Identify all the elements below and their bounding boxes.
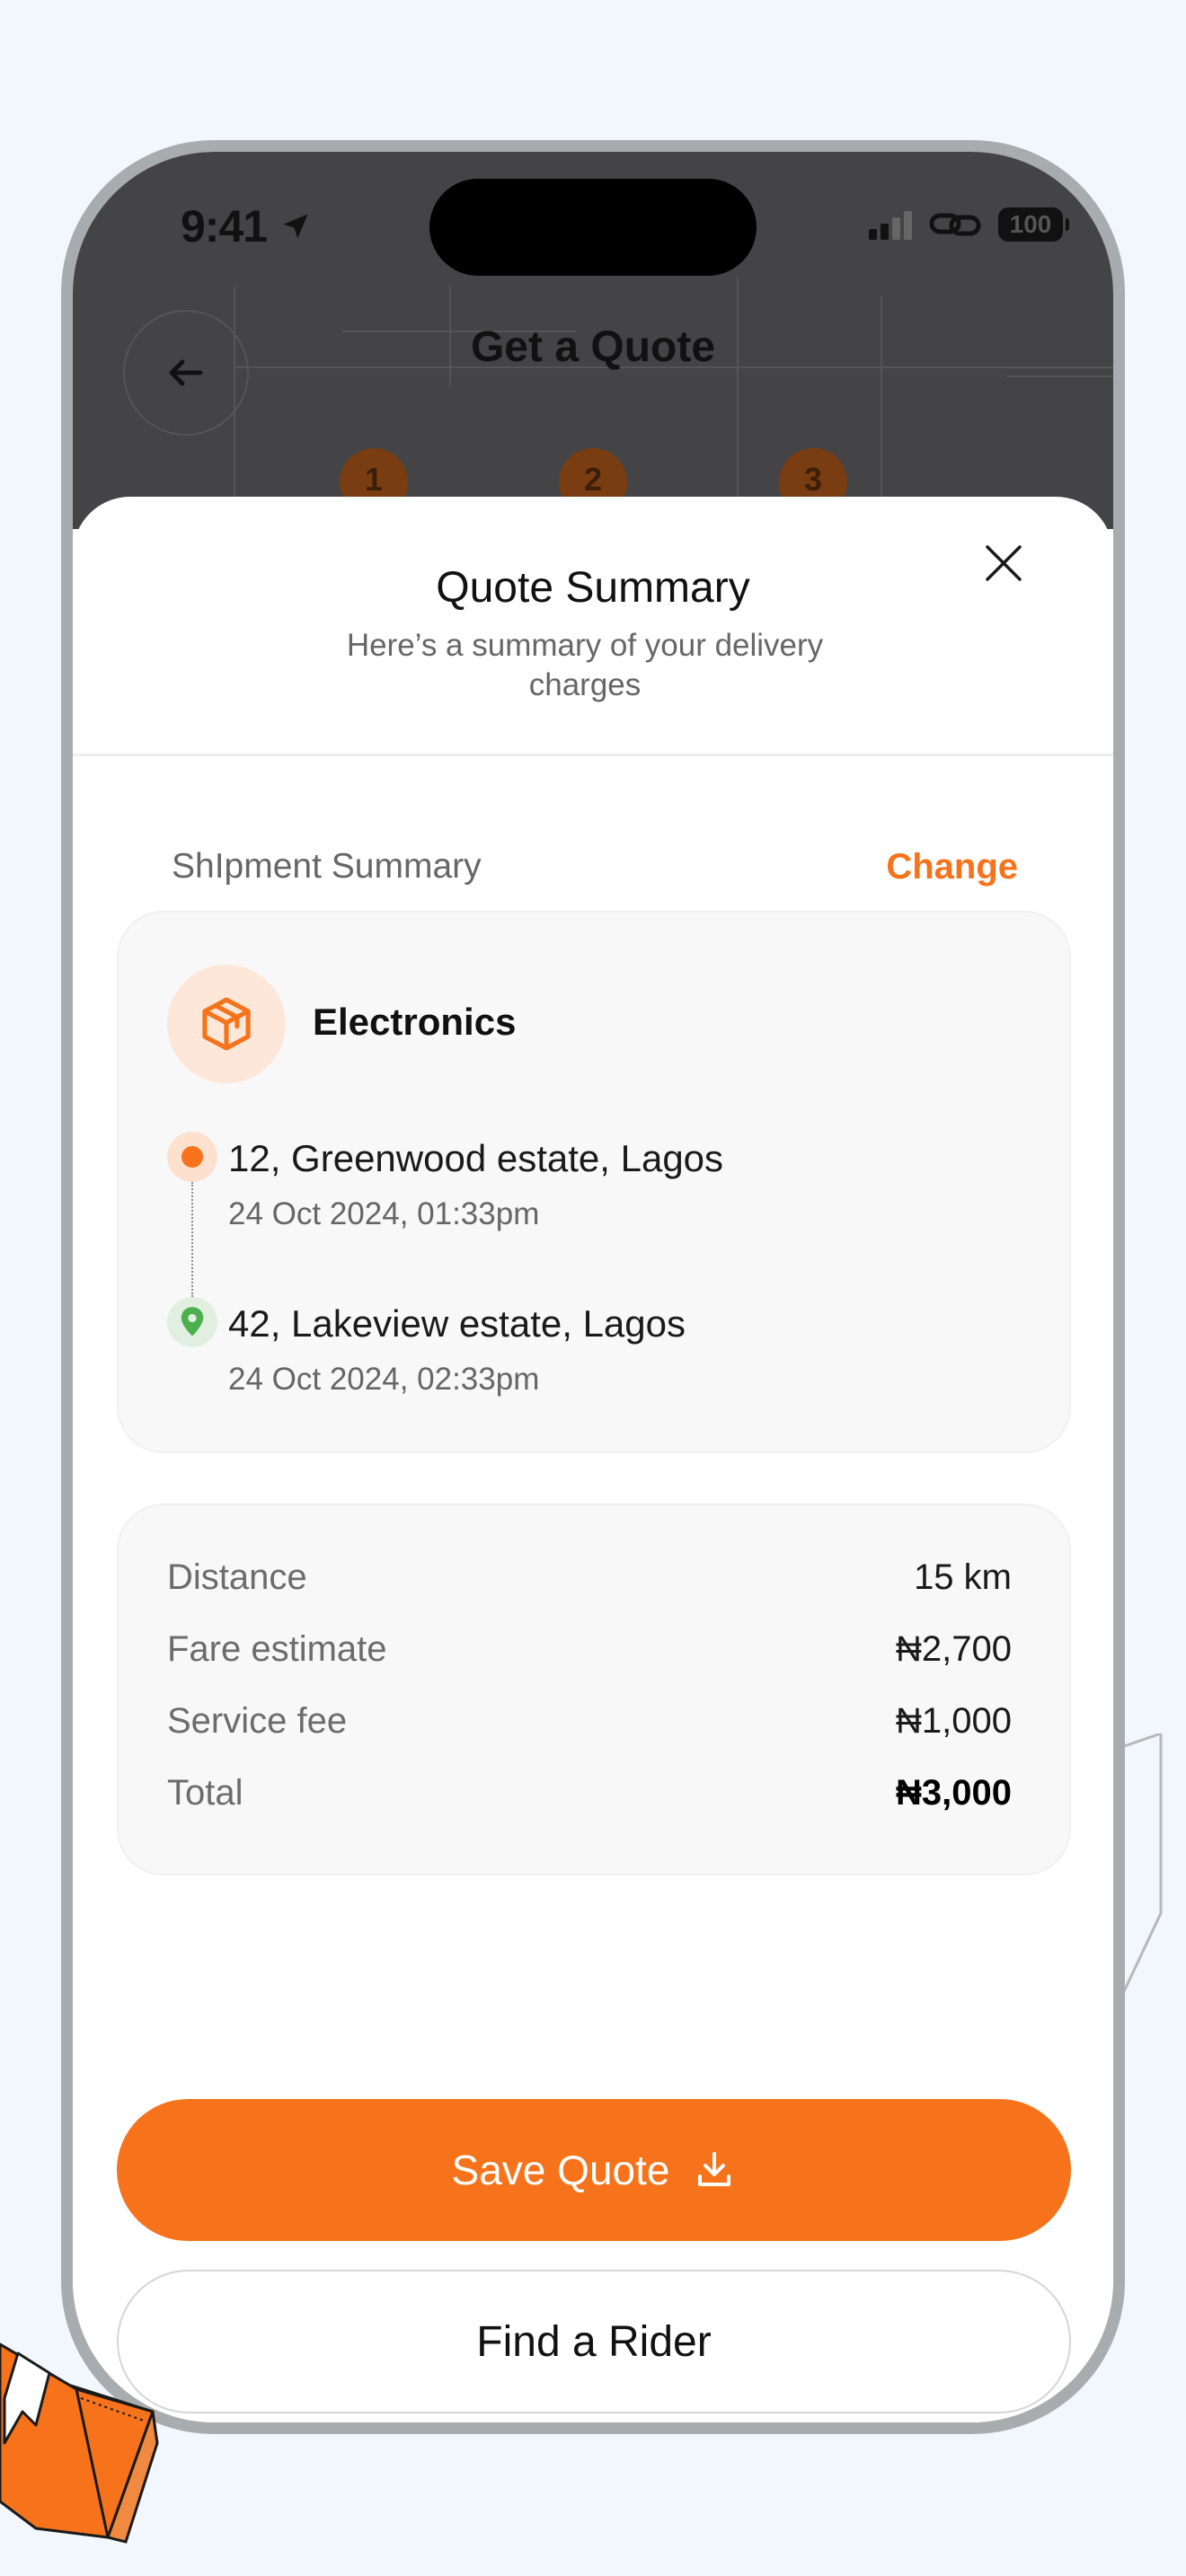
battery-level: 100 [1009, 210, 1052, 238]
status-time: 9:41 [181, 200, 312, 252]
download-icon [698, 2152, 731, 2186]
link-icon [929, 213, 981, 236]
dynamic-island [429, 179, 757, 276]
shipment-card: Electronics 12, Greenwood estate, Lagos … [117, 911, 1071, 1453]
package-icon [202, 997, 251, 1051]
sheet-subtitle: Here’s a summary of your delivery charge… [346, 628, 824, 702]
decorative-parcel-illustration [0, 2342, 159, 2544]
find-rider-label: Find a Rider [476, 2317, 712, 2366]
fare-value: ₦2,700 [896, 1629, 1012, 1669]
fare-value: 15 km [914, 1557, 1012, 1597]
change-link[interactable]: Change [886, 847, 1018, 887]
background-screen-overlay: 9:41 100 Get a Quote 1 2 3 [73, 152, 1113, 529]
fare-label: Fare estimate [167, 1629, 387, 1669]
fare-value: ₦1,000 [896, 1701, 1012, 1741]
pickup-dot [167, 1132, 217, 1182]
page: 9:41 100 Get a Quote 1 2 3 Quote Summary… [0, 0, 1186, 2576]
phone-frame: 9:41 100 Get a Quote 1 2 3 Quote Summary… [61, 140, 1125, 2434]
fare-label: Service fee [167, 1701, 348, 1741]
fare-row-estimate: Fare estimate ₦2,700 [167, 1629, 1012, 1670]
dropoff-address: 42, Lakeview estate, Lagos [228, 1302, 686, 1345]
dropoff-time: 24 Oct 2024, 02:33pm [228, 1362, 540, 1397]
navigation-arrow-icon [283, 214, 308, 239]
status-time-text: 9:41 [181, 201, 268, 251]
location-pin-icon [167, 1297, 217, 1347]
pickup-time: 24 Oct 2024, 01:33pm [228, 1196, 540, 1231]
fare-label: Distance [167, 1557, 307, 1597]
shipment-summary-label: ShIpment Summary [172, 847, 482, 886]
category-icon-badge [167, 965, 286, 1083]
route-connector [191, 1182, 193, 1297]
background-page-title: Get a Quote [470, 323, 716, 371]
find-rider-button[interactable]: Find a Rider [117, 2270, 1071, 2413]
save-quote-button[interactable]: Save Quote [117, 2099, 1071, 2241]
save-quote-label: Save Quote [451, 2147, 670, 2193]
category-name: Electronics [313, 1001, 517, 1043]
fare-row-service-fee: Service fee ₦1,000 [167, 1701, 1012, 1742]
pickup-address: 12, Greenwood estate, Lagos [228, 1137, 724, 1179]
phone-screen: 9:41 100 Get a Quote 1 2 3 Quote Summary… [73, 152, 1113, 2422]
quote-summary-sheet: Quote Summary Here’s a summary of your d… [73, 497, 1113, 2422]
fare-label: Total [167, 1773, 243, 1813]
status-icons: 100 [869, 207, 1069, 242]
fare-row-distance: Distance 15 km [167, 1557, 1012, 1598]
battery-icon: 100 [998, 207, 1069, 242]
fare-total-value: ₦3,000 [896, 1773, 1012, 1813]
sheet-title: Quote Summary [436, 564, 750, 612]
fare-card: Distance 15 km Fare estimate ₦2,700 Serv… [117, 1504, 1071, 1875]
fare-row-total: Total ₦3,000 [167, 1773, 1012, 1813]
signal-icon [869, 209, 912, 240]
sheet-divider [73, 754, 1113, 756]
